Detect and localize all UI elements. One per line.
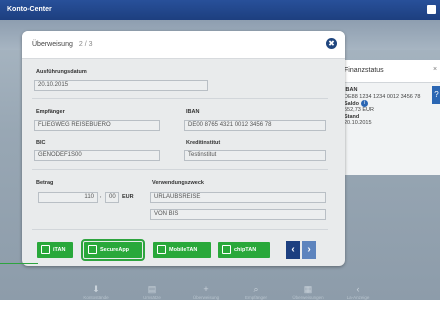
itan-icon — [41, 245, 50, 255]
footer-item-label: Kontostände — [83, 295, 109, 300]
betrag-cent-field[interactable]: 00 — [105, 192, 119, 203]
secureapp-button[interactable]: SecureApp — [81, 239, 145, 261]
secureapp-label: SecureApp — [100, 247, 130, 253]
kreditinstitut-field[interactable]: Testinstitut — [184, 150, 326, 161]
mobiletan-label: MobileTAN — [169, 247, 198, 253]
secureapp-icon — [88, 245, 97, 255]
app-title: Konto-Center — [7, 6, 52, 13]
next-button[interactable]: › — [302, 241, 316, 259]
grid-icon: ▦ — [303, 284, 313, 294]
mobile-phone-icon — [157, 245, 166, 255]
mobiletan-button[interactable]: MobileTAN — [153, 242, 211, 258]
chiptan-label: chipTAN — [234, 247, 257, 253]
chevron-left-icon: ‹ — [356, 284, 360, 294]
iban-field[interactable]: DE00 8765 4321 0012 3456 78 — [184, 120, 326, 131]
dialog-header: Überweisung 2 / 3 ✖ — [22, 31, 345, 59]
itan-button[interactable]: iTAN — [37, 242, 73, 258]
footer-item-label: Umsätze — [143, 295, 161, 300]
finanzstatus-header: Finanzstatus × — [338, 60, 440, 83]
chip-card-icon — [222, 245, 231, 255]
finanzstatus-panel: Finanzstatus × ? IBAN DE88 1234 1234 001… — [337, 60, 440, 175]
footer-item-la-anzeige[interactable]: ‹ La-Anzeige — [332, 283, 384, 300]
section-divider — [32, 98, 328, 99]
iban-label: IBAN — [186, 109, 200, 115]
footer-item-ueberweisung[interactable]: + Überweisung — [180, 283, 232, 300]
finanzstatus-saldo-label: Saldo — [344, 100, 359, 107]
section-divider — [32, 169, 328, 170]
betrag-currency: EUR — [122, 194, 134, 200]
footer-item-umsaetze[interactable]: ▤ Umsätze — [126, 283, 178, 300]
itan-label: iTAN — [53, 247, 66, 253]
ausfuehrungsdatum-field[interactable]: 20.10.2015 — [34, 80, 208, 91]
footer-item-ueberweisungen[interactable]: ▦ Überweisungen — [282, 283, 334, 300]
list-icon: ▤ — [147, 284, 157, 294]
dialog-title: Überweisung — [32, 41, 73, 48]
callout-line — [0, 263, 38, 264]
betrag-separator: , — [100, 193, 102, 199]
ueberweisung-dialog: Überweisung 2 / 3 ✖ Ausführungsdatum 20.1… — [22, 31, 345, 266]
bic-label: BIC — [36, 140, 46, 146]
search-icon: ⌕ — [253, 284, 259, 294]
footer-item-label: La-Anzeige — [346, 295, 370, 300]
dialog-close-icon[interactable]: ✖ — [326, 38, 337, 49]
app-titlebar: Konto-Center — [0, 0, 440, 20]
plus-icon: + — [203, 284, 209, 294]
finanzstatus-title: Finanzstatus — [344, 67, 384, 74]
bic-field[interactable]: GENODEF1S00 — [34, 150, 160, 161]
kontostaende-icon: ⬇ — [92, 284, 100, 294]
kreditinstitut-label: Kreditinstitut — [186, 140, 221, 146]
dialog-step: 2 / 3 — [78, 41, 93, 48]
empfaenger-label: Empfänger — [36, 109, 65, 115]
help-tab-icon[interactable]: ? — [432, 86, 440, 104]
window-menu-icon[interactable] — [427, 5, 436, 14]
finanzstatus-body: IBAN DE88 1234 1234 0012 3456 78 Saldo i … — [344, 87, 422, 127]
verwendungszweck-label: Verwendungszweck — [152, 180, 204, 186]
dialog-title-row: Überweisung 2 / 3 — [32, 41, 92, 48]
finanzstatus-saldo-row: Saldo i — [344, 100, 422, 107]
bottom-toolbar: ⬇ Kontostände ▤ Umsätze + Überweisung ⌕ Empf… — [0, 283, 440, 305]
betrag-euro-field[interactable]: 110 — [38, 192, 98, 203]
finanzstatus-stand-value: 20.10.2015 — [344, 120, 372, 127]
section-divider — [32, 229, 328, 230]
footer-item-label: Empfänger — [244, 295, 267, 300]
konto-center-window: Konto-Center Finanzstatus × ? IBAN DE88 … — [0, 0, 440, 317]
info-icon[interactable]: i — [360, 100, 368, 107]
chiptan-button[interactable]: chipTAN — [218, 242, 270, 258]
finanzstatus-close-icon[interactable]: × — [433, 66, 437, 73]
empfaenger-field[interactable]: FLIEGWEG REISEBUERO — [34, 120, 160, 131]
footer-item-kontostaende[interactable]: ⬇ Kontostände — [70, 283, 122, 300]
betrag-label: Betrag — [36, 180, 54, 186]
ausfuehrungsdatum-label: Ausführungsdatum — [36, 69, 87, 75]
footer-item-empfaenger[interactable]: ⌕ Empfänger — [230, 283, 282, 300]
previous-button[interactable]: ‹ — [286, 241, 300, 259]
footer-item-label: Überweisung — [192, 295, 220, 300]
footer-item-label: Überweisungen — [292, 295, 324, 300]
verwendungszweck-line2[interactable]: VON BIS — [150, 209, 326, 220]
verwendungszweck-line1[interactable]: URLAUBSREISE — [150, 192, 326, 203]
